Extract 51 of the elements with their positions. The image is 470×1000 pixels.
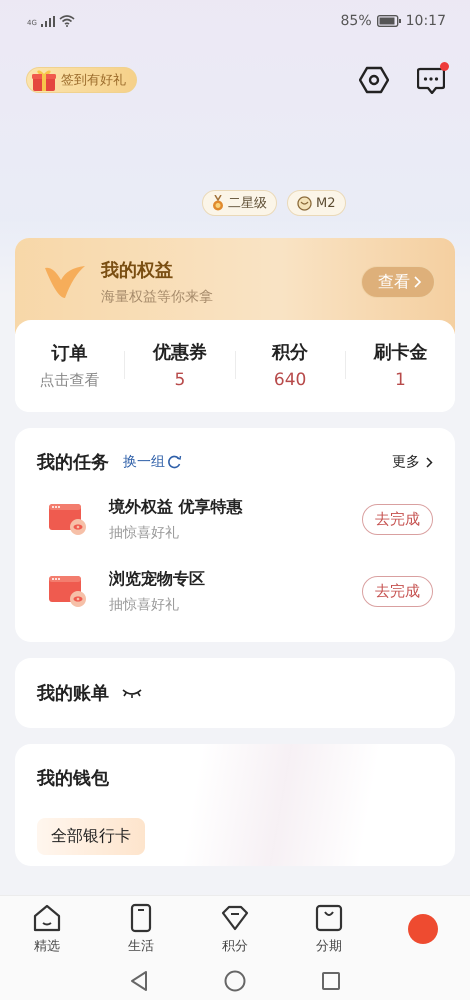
bank-cards-label[interactable]: 全部银行卡 xyxy=(37,818,145,855)
task-subtitle: 抽惊喜好礼 xyxy=(109,524,180,542)
stat-label: 优惠券 xyxy=(152,341,207,364)
tab[interactable]: 积分 xyxy=(188,903,282,955)
stat-label: 刷卡金 xyxy=(373,341,428,364)
settings-icon[interactable] xyxy=(359,66,389,94)
refresh-icon xyxy=(167,455,182,469)
benefits-title: 我的权益 xyxy=(101,259,174,282)
complete-button[interactable]: 去完成 xyxy=(362,576,433,607)
stat-link[interactable]: 点击查看 xyxy=(40,370,100,390)
refresh-button[interactable]: 换一组 xyxy=(123,453,182,471)
browser-eye-icon xyxy=(49,504,87,536)
stat-label: 积分 xyxy=(272,341,308,364)
medal-icon xyxy=(212,195,224,211)
tab[interactable]: 生活 xyxy=(94,903,188,955)
browser-eye-icon xyxy=(49,576,87,608)
recents-icon[interactable] xyxy=(321,971,341,991)
chevron-right-icon xyxy=(414,276,422,288)
wallet-title: 我的钱包 xyxy=(37,768,109,789)
stat-value: 640 xyxy=(274,370,306,390)
closed-eye-icon[interactable] xyxy=(121,688,143,698)
gift-icon xyxy=(31,68,57,92)
coin-icon xyxy=(297,196,312,210)
tasks-title: 我的任务 xyxy=(37,451,109,474)
benefits-subtitle: 海量权益等你来拿 xyxy=(101,288,214,306)
level-badge[interactable]: M2 xyxy=(287,190,346,216)
home-icon[interactable] xyxy=(224,970,246,992)
stat-value: 5 xyxy=(174,370,186,390)
task-title: 境外权益 优享特惠 xyxy=(109,497,244,518)
stat-value: 1 xyxy=(394,370,406,390)
task-title: 浏览宠物专区 xyxy=(109,569,206,590)
level-badge[interactable]: 二星级 xyxy=(202,190,277,216)
chevron-right-icon xyxy=(426,456,433,468)
task-subtitle: 抽惊喜好礼 xyxy=(109,596,180,614)
clock: 10:17 xyxy=(406,13,446,29)
battery-percent: 85% xyxy=(340,13,372,29)
tab[interactable]: 分期 xyxy=(282,903,376,955)
wifi-icon xyxy=(58,15,75,27)
bag-icon xyxy=(314,903,344,933)
stat-label: 订单 xyxy=(52,342,88,364)
battery-icon xyxy=(376,15,401,27)
complete-button[interactable]: 去完成 xyxy=(362,504,433,535)
more-link[interactable]: 更多 xyxy=(392,453,433,471)
tab[interactable]: 精选 xyxy=(0,903,94,955)
message-icon[interactable] xyxy=(417,66,445,94)
back-icon[interactable] xyxy=(129,970,149,992)
bill-title: 我的账单 xyxy=(37,682,109,705)
avatar-icon xyxy=(407,913,439,945)
signal-icon xyxy=(40,16,55,26)
house-icon xyxy=(32,903,62,933)
diamond-icon xyxy=(220,903,250,933)
